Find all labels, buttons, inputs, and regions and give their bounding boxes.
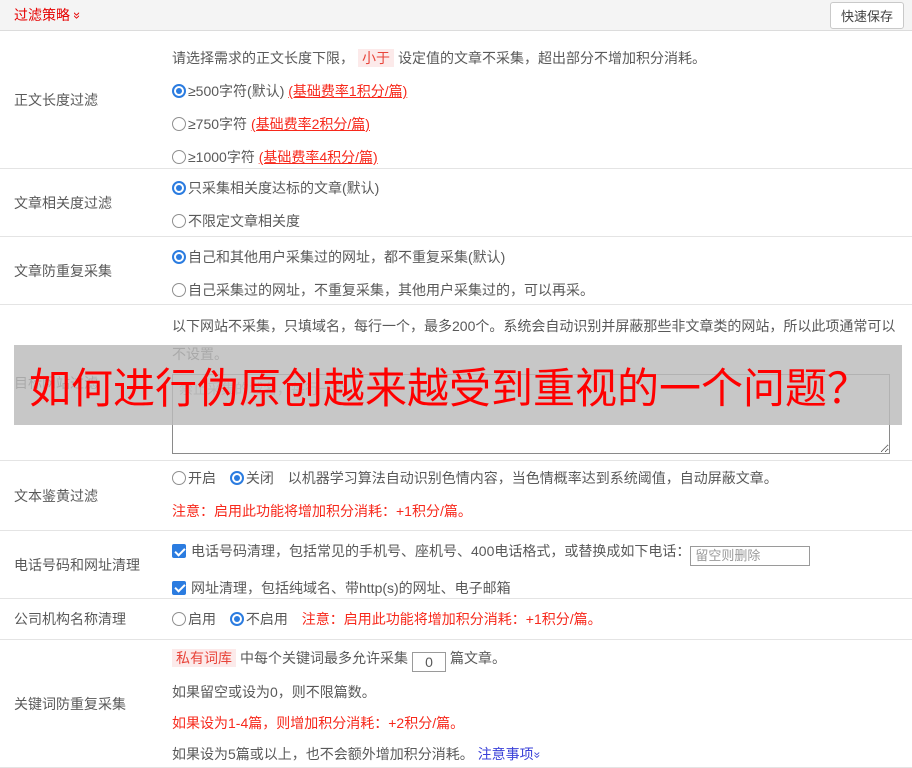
porn-filter-note: 注意：启用此功能将增加积分消耗：+1积分/篇。 <box>172 503 472 519</box>
radio-icon[interactable] <box>172 117 186 131</box>
row-keyword-dedup: 关键词防重复采集 私有词库中每个关键词最多允许采集篇文章。 如果留空或设为0，则… <box>0 640 912 768</box>
radio-icon[interactable] <box>172 181 186 195</box>
radio-icon[interactable] <box>172 150 186 164</box>
radio-icon[interactable] <box>172 250 186 264</box>
porn-filter-desc: 以机器学习算法自动识别色情内容，当色情概率达到系统阈值，自动屏蔽文章。 <box>287 470 778 486</box>
keyword-dedup-note-fee: 如果设为1-4篇，则增加积分消耗：+2积分/篇。 <box>172 715 465 731</box>
row-label: 正文长度过滤 <box>14 91 98 108</box>
row-site-filter: 目标网站过滤 以下网站不采集，只填域名，每行一个，最多200个。系统会自动识别并… <box>0 305 912 461</box>
company-clean-on-option[interactable]: 启用 <box>172 611 216 627</box>
length-option-1000[interactable]: ≥1000字符 (基础费率4积分/篇) <box>172 146 900 168</box>
relevance-option-strict[interactable]: 只采集相关度达标的文章(默认) <box>172 177 900 199</box>
company-clean-note: 注意：启用此功能将增加积分消耗：+1积分/篇。 <box>301 611 602 627</box>
row-label: 目标网站过滤 <box>14 374 98 391</box>
highlight-less-than: 小于 <box>358 49 394 67</box>
dedup-option-self[interactable]: 自己采集过的网址，不重复采集，其他用户采集过的，可以再采。 <box>172 279 900 301</box>
radio-icon[interactable] <box>172 612 186 626</box>
radio-icon[interactable] <box>172 471 186 485</box>
row-label: 关键词防重复采集 <box>14 695 126 712</box>
fee-note: (基础费率4积分/篇) <box>258 149 378 165</box>
row-label: 电话号码和网址清理 <box>14 556 140 573</box>
row-phone-url-clean: 电话号码和网址清理 电话号码清理，包括常见的手机号、座机号、400电话格式，或替… <box>0 531 912 599</box>
relevance-option-any[interactable]: 不限定文章相关度 <box>172 210 900 232</box>
keyword-dedup-note-zero: 如果留空或设为0，则不限篇数。 <box>172 684 376 700</box>
row-company-clean: 公司机构名称清理 启用 不启用 注意：启用此功能将增加积分消耗：+1积分/篇。 <box>0 599 912 640</box>
company-clean-off-option[interactable]: 不启用 <box>229 611 288 627</box>
notice-link[interactable]: 注意事项» <box>478 746 545 762</box>
length-option-750[interactable]: ≥750字符 (基础费率2积分/篇) <box>172 113 900 135</box>
radio-icon[interactable] <box>172 214 186 228</box>
row-porn-filter: 文本鉴黄过滤 开启 关闭 以机器学习算法自动识别色情内容，当色情概率达到系统阈值… <box>0 461 912 531</box>
phone-clean-option[interactable]: 电话号码清理，包括常见的手机号、座机号、400电话格式，或替换成如下电话： <box>172 540 900 566</box>
url-clean-option[interactable]: 网址清理，包括纯域名、带http(s)的网址、电子邮箱 <box>172 577 900 599</box>
row-label: 文章防重复采集 <box>14 262 112 279</box>
checkbox-checked-icon[interactable] <box>172 544 186 558</box>
radio-icon[interactable] <box>229 612 244 626</box>
header-bar: 过滤策略 » 快速保存 <box>0 0 912 31</box>
chevron-down-icon: » <box>70 11 86 19</box>
length-filter-intro: 请选择需求的正文长度下限， 小于 设定值的文章不采集，超出部分不增加积分消耗。 <box>172 49 706 67</box>
fee-note: (基础费率2积分/篇) <box>250 116 370 132</box>
row-label: 文本鉴黄过滤 <box>14 487 98 504</box>
radio-icon[interactable] <box>229 471 244 485</box>
fee-note: (基础费率1积分/篇) <box>288 83 408 99</box>
private-thesaurus-tag[interactable]: 私有词库 <box>172 649 236 667</box>
row-label: 公司机构名称清理 <box>14 611 126 627</box>
site-filter-desc: 以下网站不采集，只填域名，每行一个，最多200个。系统会自动识别并屏蔽那些非文章… <box>172 318 896 362</box>
row-body-length-filter: 正文长度过滤 请选择需求的正文长度下限， 小于 设定值的文章不采集，超出部分不增加积… <box>0 31 912 169</box>
radio-icon[interactable] <box>172 283 186 297</box>
max-articles-input[interactable] <box>412 652 446 672</box>
checkbox-checked-icon[interactable] <box>172 580 186 595</box>
quick-save-button[interactable]: 快速保存 <box>829 1 904 29</box>
page-title-text: 过滤策略 <box>14 7 70 23</box>
blocked-domains-textarea[interactable] <box>172 374 890 454</box>
dedup-option-global[interactable]: 自己和其他用户采集过的网址，都不重复采集(默认) <box>172 246 900 268</box>
row-relevance-filter: 文章相关度过滤 只采集相关度达标的文章(默认) 不限定文章相关度 <box>0 169 912 237</box>
radio-icon[interactable] <box>172 84 186 98</box>
length-option-500[interactable]: ≥500字符(默认) (基础费率1积分/篇) <box>172 80 900 102</box>
page-title[interactable]: 过滤策略 » <box>14 5 86 25</box>
porn-filter-off-option[interactable]: 关闭 <box>229 470 274 486</box>
row-label: 文章相关度过滤 <box>14 194 112 211</box>
porn-filter-on-option[interactable]: 开启 <box>172 470 216 486</box>
chevron-down-icon: » <box>530 751 545 759</box>
replacement-phone-input[interactable] <box>690 545 811 566</box>
row-dedup-collect: 文章防重复采集 自己和其他用户采集过的网址，都不重复采集(默认) 自己采集过的网… <box>0 237 912 305</box>
keyword-dedup-note-five: 如果设为5篇或以上，也不会额外增加积分消耗。 <box>172 746 474 762</box>
